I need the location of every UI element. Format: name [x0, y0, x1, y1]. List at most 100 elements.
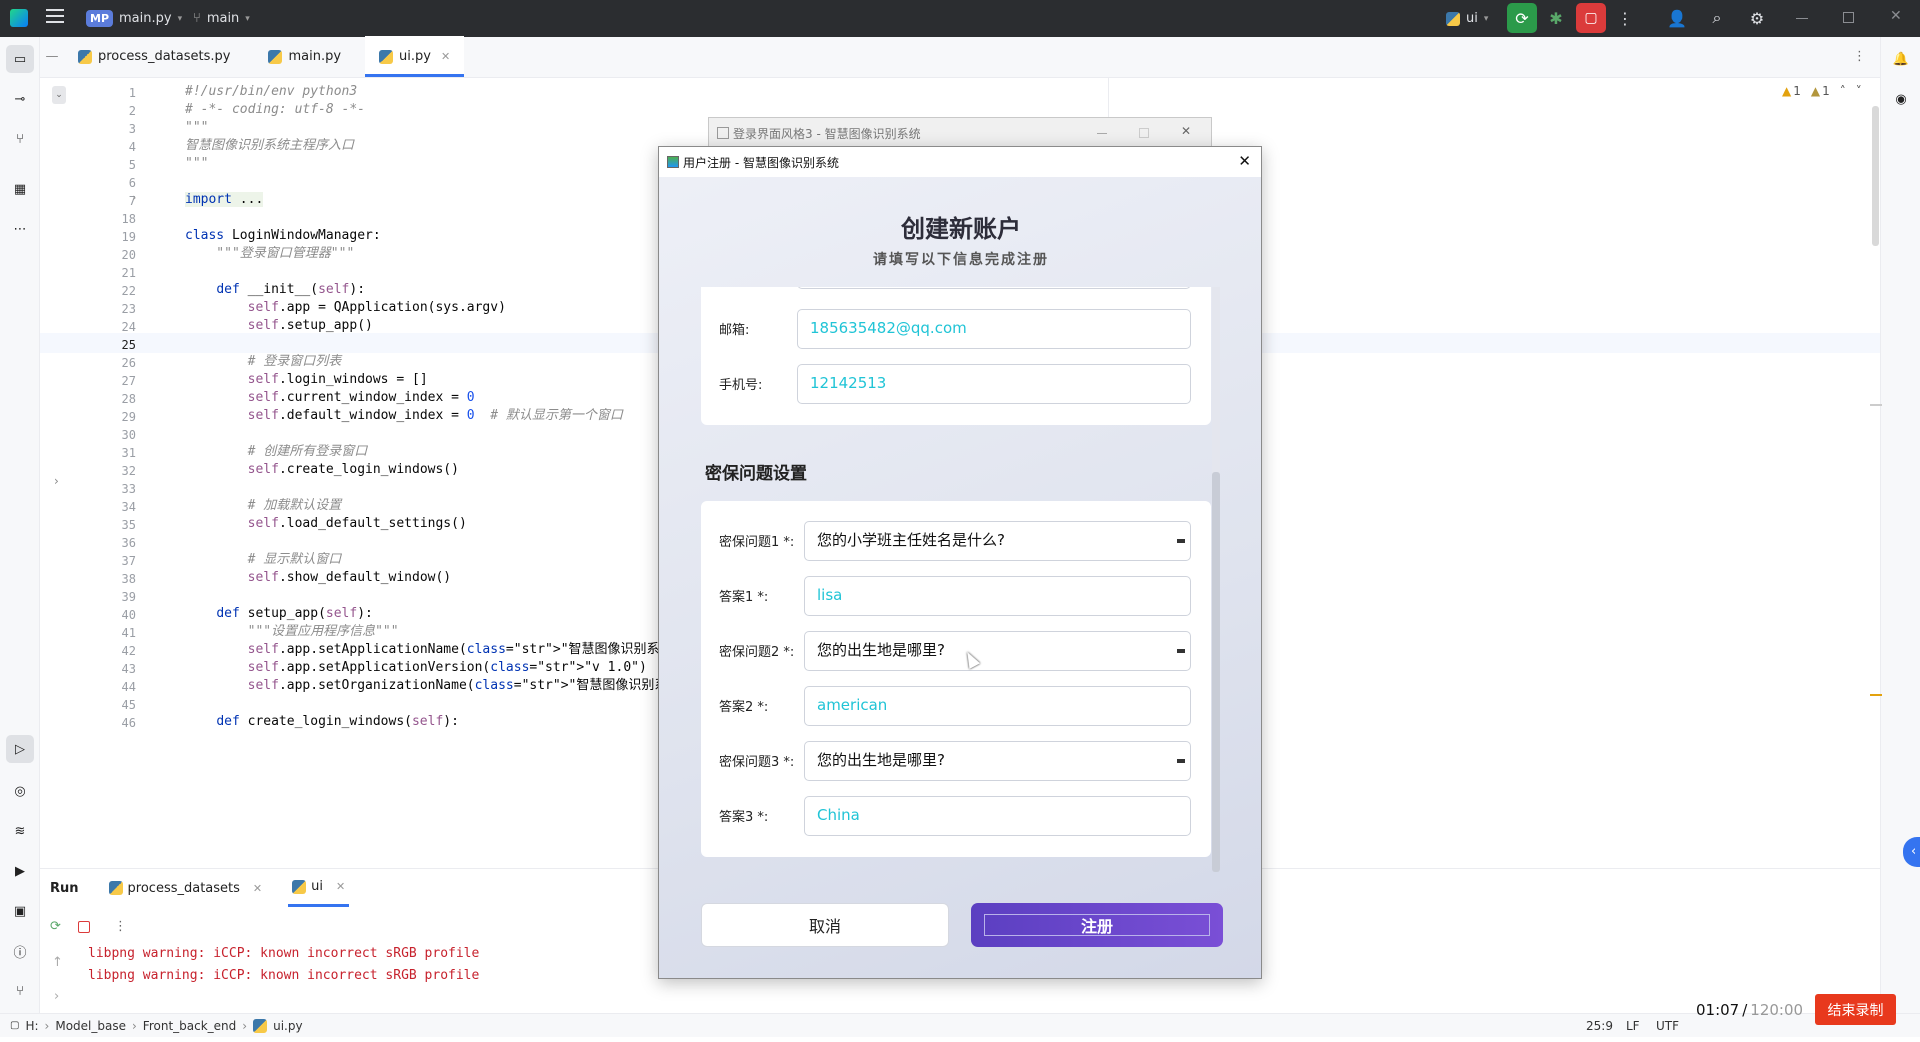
line-number: 27 [121, 374, 136, 388]
commit-icon[interactable]: ⊸ [6, 85, 34, 113]
background-login-window[interactable]: 登录界面风格3 - 智慧图像识别系统 ✕ [708, 117, 1212, 149]
dropdown-arrow-icon[interactable] [1177, 759, 1185, 763]
more-icon[interactable]: ⋮ [114, 919, 127, 934]
question2-select[interactable]: 您的出生地是哪里? [804, 631, 1191, 671]
ai-assistant-icon[interactable]: ◉ [1887, 85, 1915, 113]
run-config-selector[interactable]: ui ▾ [1446, 0, 1488, 37]
code-with-me-icon[interactable]: 👤 [1662, 3, 1692, 33]
debug-button[interactable]: ✱ [1541, 3, 1571, 33]
answer1-field[interactable]: lisa [804, 576, 1191, 616]
problems-icon[interactable]: ⓘ [6, 937, 34, 965]
layers-icon[interactable]: ≋ [6, 817, 34, 845]
fold-toggle-icon[interactable]: ⌄ [52, 86, 66, 104]
settings-gear-icon[interactable]: ⚙ [1742, 3, 1772, 33]
breadcrumb-item[interactable]: Model_base [55, 1019, 126, 1033]
dropdown-arrow-icon[interactable] [1177, 539, 1185, 543]
close-tab-icon[interactable]: ✕ [336, 880, 345, 893]
stop-recording-button[interactable]: 结束录制 [1815, 994, 1896, 1025]
console-output[interactable]: libpng warning: iCCP: known incorrect sR… [88, 943, 479, 987]
maximize-icon[interactable] [1139, 128, 1149, 138]
expand-arrow-icon[interactable]: › [54, 474, 59, 488]
line-number: 22 [121, 284, 136, 298]
python-console-icon[interactable]: ◎ [6, 777, 34, 805]
tab-label: ui.py [399, 49, 431, 64]
email-field[interactable]: 185635482@qq.com [797, 309, 1191, 349]
breadcrumb-item[interactable]: ui.py [273, 1019, 302, 1033]
encoding[interactable]: UTF [1656, 1019, 1679, 1033]
register-button[interactable]: 注册 [971, 903, 1223, 947]
email-row: 邮箱: 185635482@qq.com [701, 309, 1191, 349]
search-icon[interactable]: ⌕ [1702, 3, 1732, 33]
close-tab-icon[interactable]: ✕ [253, 882, 262, 895]
cursor-position[interactable]: 25:9 [1586, 1019, 1613, 1033]
notifications-icon[interactable]: 🔔 [1887, 45, 1915, 73]
collapse-panel-icon[interactable]: ‹ [1903, 837, 1920, 867]
minimize-icon[interactable] [1796, 18, 1808, 19]
tab-actions-icon[interactable]: ⋮ [1853, 49, 1866, 64]
line-number: 24 [121, 320, 136, 334]
main-menu-icon[interactable] [46, 9, 64, 23]
editor-scrollbar[interactable] [1872, 106, 1879, 246]
structure-icon[interactable]: ▦ [6, 175, 34, 203]
tab-ui[interactable]: ui.py ✕ [365, 36, 465, 77]
app-logo-icon [10, 9, 28, 27]
tab-process-datasets[interactable]: process_datasets.py [64, 36, 244, 77]
answer3-row: 答案3 *: China [701, 796, 1191, 836]
tab-run-ui[interactable]: ui ✕ [288, 869, 350, 907]
answer2-field[interactable]: american [804, 686, 1191, 726]
separator-icon: › [131, 1018, 137, 1033]
rerun-button[interactable]: ⟳ [1507, 3, 1537, 33]
stop-icon[interactable] [78, 921, 90, 933]
form-scroll-area[interactable]: 邮箱: 185635482@qq.com 手机号: 12142513 密保问题设… [701, 287, 1221, 863]
close-icon[interactable]: ✕ [1181, 124, 1191, 138]
code-line: """登录窗口管理器""" [185, 246, 355, 261]
window-title: 登录界面风格3 - 智慧图像识别系统 [733, 126, 921, 141]
tab-main[interactable]: main.py [254, 36, 355, 77]
terminal-icon[interactable]: ▣ [6, 897, 34, 925]
branch-selector[interactable]: ⑂ main ▾ [193, 0, 250, 37]
project-folder-icon[interactable]: ▭ [6, 45, 34, 73]
line-number: 36 [121, 536, 136, 550]
project-selector[interactable]: MP main.py ▾ [86, 0, 182, 37]
project-badge: MP [86, 10, 114, 27]
line-separator[interactable]: LF [1626, 1019, 1640, 1033]
maximize-icon[interactable] [1843, 12, 1854, 23]
close-icon[interactable]: ✕ [1890, 8, 1902, 24]
rerun-icon[interactable]: ⟳ [50, 919, 61, 934]
inspection-widget[interactable]: ▲ 1 ▲ 1 ˄ ˅ [1782, 84, 1862, 98]
recording-timer: 01:07 / 120:00 [1696, 1001, 1803, 1019]
console-line: libpng warning: iCCP: known incorrect sR… [88, 968, 480, 983]
cancel-button[interactable]: 取消 [701, 903, 949, 947]
more-tools-icon[interactable]: ⋯ [6, 215, 34, 243]
chevron-up-icon[interactable]: ˄ [1840, 84, 1846, 98]
close-icon[interactable]: ✕ [1238, 152, 1251, 170]
answer3-field[interactable]: China [804, 796, 1191, 836]
fold-arrow-icon[interactable]: › [132, 191, 136, 204]
project-name: main.py [119, 11, 172, 26]
phone-field[interactable]: 12142513 [797, 364, 1191, 404]
question3-select[interactable]: 您的出生地是哪里? [804, 741, 1191, 781]
close-tab-icon[interactable]: ✕ [441, 50, 450, 63]
services-icon[interactable]: ▶ [6, 857, 34, 885]
minimize-icon[interactable] [1097, 133, 1107, 134]
line-number: 3 [128, 122, 136, 136]
pull-requests-icon[interactable]: ⑂ [6, 125, 34, 153]
git-icon[interactable]: ⑂ [6, 977, 34, 1005]
run-tool-icon[interactable]: ▷ [6, 735, 34, 763]
tab-run-process-datasets[interactable]: process_datasets ✕ [108, 881, 262, 896]
register-dialog: 用户注册 - 智慧图像识别系统 ✕ 创建新账户 请填写以下信息完成注册 邮箱: … [658, 146, 1262, 979]
collapse-icon[interactable]: — [40, 36, 64, 77]
more-actions-icon[interactable]: ⋮ [1610, 3, 1640, 33]
expand-icon[interactable]: › [54, 989, 59, 1004]
question1-select[interactable]: 您的小学班主任姓名是什么? [804, 521, 1191, 561]
code-line: self.load_default_settings() [247, 516, 467, 531]
scroll-up-icon[interactable]: ↑ [52, 955, 63, 970]
prev-field-edge [797, 287, 1191, 289]
breadcrumb-item[interactable]: Front_back_end [143, 1019, 236, 1033]
stop-button[interactable]: ▢ [1576, 3, 1606, 33]
chevron-down-icon[interactable]: ˅ [1856, 84, 1862, 98]
form-scrollbar-thumb[interactable] [1212, 472, 1220, 872]
breadcrumb-item[interactable]: H: [25, 1019, 38, 1033]
dropdown-arrow-icon[interactable] [1177, 649, 1185, 653]
branch-name: main [206, 11, 240, 26]
